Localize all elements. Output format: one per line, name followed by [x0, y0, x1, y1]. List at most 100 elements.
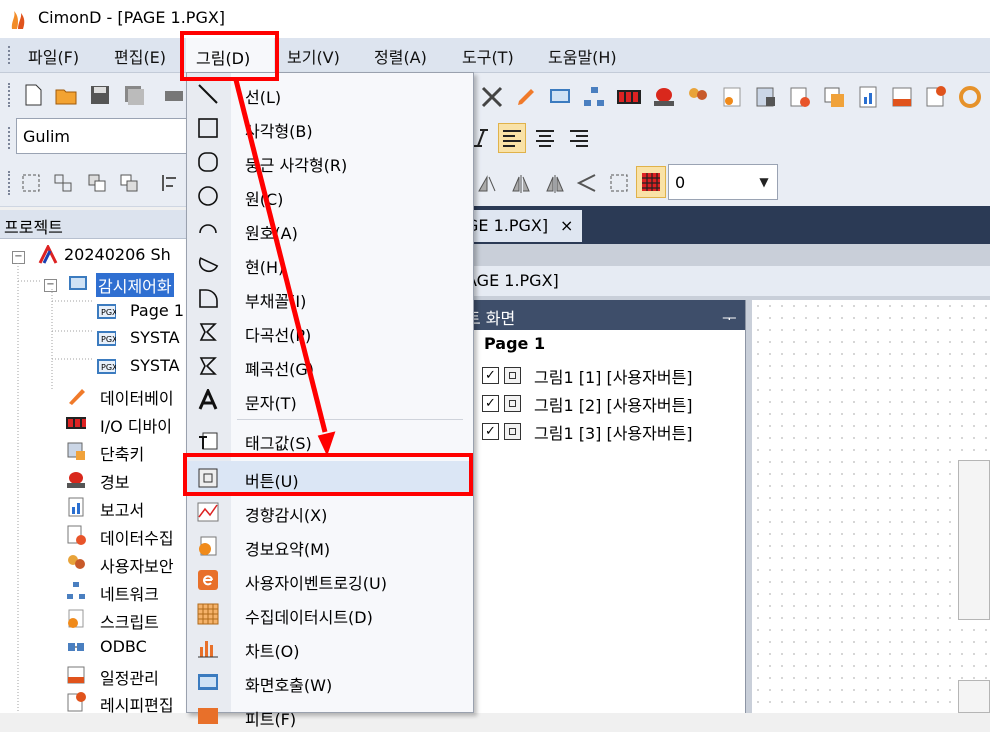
script-icon[interactable]	[720, 85, 744, 109]
group-icon[interactable]	[20, 172, 42, 194]
io-device-icon[interactable]	[616, 85, 642, 109]
canvas-button-object[interactable]	[958, 680, 990, 713]
menu-item-line[interactable]: 선(L)	[187, 77, 473, 110]
drawing-canvas[interactable]	[752, 300, 990, 713]
align-left-icon[interactable]	[501, 128, 523, 148]
align-right-icon[interactable]	[568, 128, 590, 148]
menu-item-screen-call[interactable]: 화면호출(W)	[187, 665, 473, 698]
menu-item-circle[interactable]: 원(C)	[187, 179, 473, 212]
tag-value-icon	[199, 432, 218, 450]
menu-item-alarm-summary[interactable]: 경보요약(M)	[187, 529, 473, 562]
save-all-icon[interactable]	[122, 83, 146, 107]
circle-icon	[198, 186, 218, 206]
recipe-icon[interactable]	[924, 85, 948, 109]
menu-item-data-sheet[interactable]: 수집데이터시트(D)	[187, 597, 473, 630]
arrange-toolbar-grip[interactable]	[8, 171, 13, 195]
menu-help[interactable]: 도움말(H)	[548, 44, 617, 68]
object-list-page[interactable]: Page 1	[484, 334, 545, 360]
add-data-icon[interactable]	[788, 85, 812, 109]
menu-align[interactable]: 정렬(A)	[374, 44, 427, 68]
canvas-button-object[interactable]	[958, 460, 990, 620]
app-logo-icon	[11, 11, 25, 29]
flip-icon-2[interactable]	[510, 172, 532, 194]
grid-size-select[interactable]: 0 ▼	[668, 164, 778, 200]
format-toolbar-grip[interactable]	[8, 127, 13, 149]
flip-icon-4[interactable]	[576, 172, 598, 194]
save-icon[interactable]	[88, 83, 112, 107]
new-file-icon[interactable]	[22, 83, 44, 107]
button-object-icon	[504, 423, 521, 440]
object-row[interactable]: ✓ 그림1 [2] [사용자버튼]	[480, 390, 745, 416]
toolbar-grip[interactable]	[8, 83, 13, 107]
chevron-down-icon[interactable]: ▼	[755, 171, 773, 193]
menu-item-arc[interactable]: 원호(A)	[187, 213, 473, 246]
bring-front-icon[interactable]	[86, 172, 108, 194]
grid-icon[interactable]	[640, 171, 662, 193]
align-objects-icon[interactable]	[160, 172, 182, 194]
event-icon[interactable]	[890, 85, 914, 109]
flip-icon-3[interactable]	[544, 172, 566, 194]
database-icon[interactable]	[754, 85, 778, 109]
open-folder-icon[interactable]	[54, 83, 78, 107]
checkbox-checked[interactable]: ✓	[482, 395, 499, 412]
standard-toolbar	[0, 73, 990, 118]
menu-item-chord[interactable]: 현(H)	[187, 247, 473, 280]
pencil-icon[interactable]	[514, 85, 538, 109]
grid-size-value: 0	[675, 173, 686, 192]
align-center-icon[interactable]	[534, 128, 556, 148]
checkbox-checked[interactable]: ✓	[482, 367, 499, 384]
select-tool-icon[interactable]	[608, 172, 630, 194]
trend-icon	[197, 502, 219, 522]
document-tab[interactable]: GE 1.PGX] ×	[460, 210, 582, 242]
users-icon[interactable]	[686, 85, 710, 109]
menu-view[interactable]: 보기(V)	[287, 44, 340, 68]
menu-edit[interactable]: 편집(E)	[114, 44, 166, 68]
project-tree: − 20240206 Sh − 감시제어화 PGX Page 1 PGX SYS…	[0, 239, 186, 715]
menu-item-trend[interactable]: 경향감시(X)	[187, 495, 473, 528]
menu-item-polygon[interactable]: 폐곡선(G)	[187, 349, 473, 382]
monitor-icon[interactable]	[548, 85, 572, 109]
rounded-rectangle-icon	[198, 152, 218, 172]
menu-tools[interactable]: 도구(T)	[462, 44, 514, 68]
line-icon	[198, 84, 218, 104]
report-icon[interactable]	[856, 85, 880, 109]
button-object-icon	[504, 367, 521, 384]
chord-icon	[198, 257, 219, 273]
object-list-panel: 트 화면 ᅮ Page 1 ✓ 그림1 [1] [사용자버튼] ✓ 그림1 [2…	[460, 300, 746, 713]
checkbox-checked[interactable]: ✓	[482, 423, 499, 440]
plugin-icon[interactable]	[958, 85, 982, 109]
object-row[interactable]: ✓ 그림1 [1] [사용자버튼]	[480, 362, 745, 388]
menu-item-text[interactable]: 문자(T)	[187, 383, 473, 416]
menu-item-chart[interactable]: 차트(O)	[187, 631, 473, 664]
pin-icon[interactable]: ᅮ	[722, 305, 737, 329]
menu-item-event-log[interactable]: 사용자이벤트로깅(U)	[187, 563, 473, 596]
data-sheet-icon	[197, 603, 219, 625]
close-icon[interactable]: ×	[560, 216, 573, 235]
menu-item-fit[interactable]: 피트(F)	[187, 699, 473, 732]
menu-item-rectangle[interactable]: 사각형(B)	[187, 111, 473, 144]
object-row[interactable]: ✓ 그림1 [3] [사용자버튼]	[480, 418, 745, 444]
send-back-icon[interactable]	[118, 172, 140, 194]
flip-icon-1[interactable]	[476, 172, 498, 194]
menu-file[interactable]: 파일(F)	[28, 44, 79, 68]
polyline-icon	[199, 323, 217, 341]
window-icon[interactable]	[822, 85, 846, 109]
menu-item-rounded-rectangle[interactable]: 둥근 사각형(R)	[187, 145, 473, 178]
menu-item-polyline[interactable]: 다곡선(P)	[187, 315, 473, 348]
alarm-icon[interactable]	[652, 85, 676, 109]
font-name-select[interactable]: Gulim	[16, 118, 188, 154]
menu-bar: 파일(F) 편집(E) 그림(D) 보기(V) 정렬(A) 도구(T) 도움말(…	[0, 38, 990, 73]
network-icon[interactable]	[582, 85, 606, 109]
menu-item-pie[interactable]: 부채꼴(I)	[187, 281, 473, 314]
project-panel-header: 프로젝트	[0, 210, 186, 239]
print-icon[interactable]	[162, 83, 186, 107]
project-panel-title: 프로젝트	[4, 218, 63, 237]
menubar-grip[interactable]	[8, 46, 13, 64]
tools-icon[interactable]	[480, 85, 504, 109]
ungroup-icon[interactable]	[52, 172, 74, 194]
event-log-icon	[198, 570, 218, 590]
arrange-toolbar	[0, 159, 990, 207]
document-tab-label: GE 1.PGX]	[466, 216, 549, 235]
menu-item-tag-value[interactable]: 태그값(S)	[187, 423, 473, 456]
highlight-draw-menu	[180, 31, 279, 81]
